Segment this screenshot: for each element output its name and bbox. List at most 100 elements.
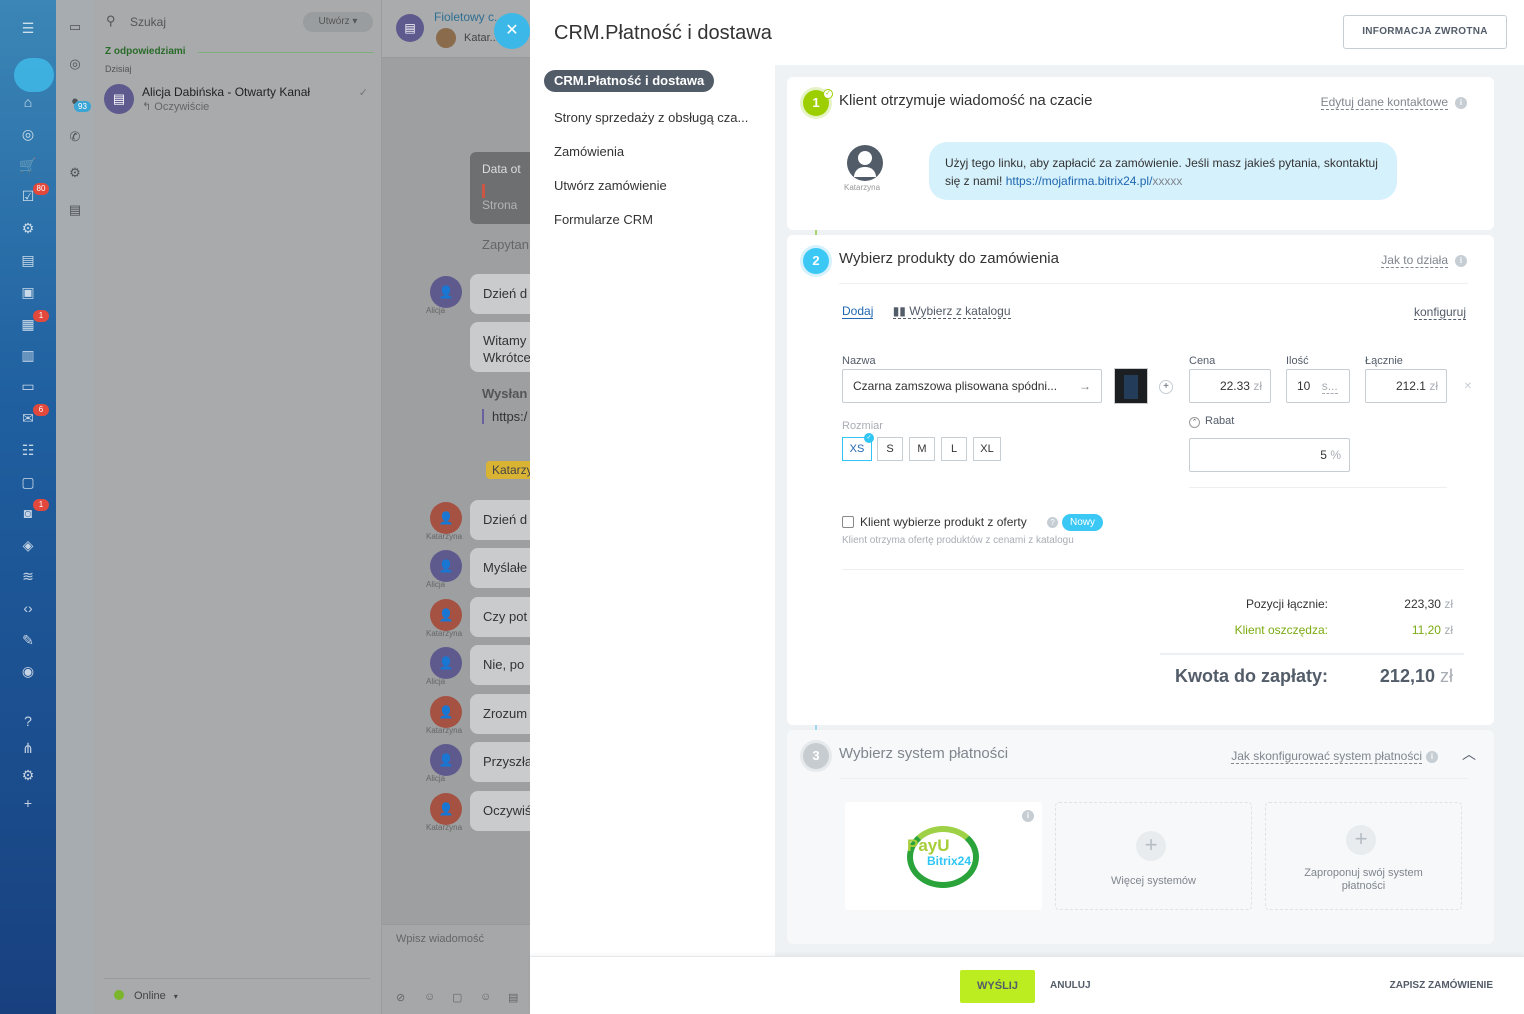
product-name-input[interactable]: Czarna zamszowa plisowana spódni... →	[842, 369, 1102, 403]
propose-system-button[interactable]: + Zaproponuj swój system płatności	[1265, 802, 1462, 910]
phone-icon[interactable]: ✆	[66, 128, 84, 146]
how-it-works-link[interactable]: Jak to działa	[1381, 253, 1448, 268]
chat-message-preview: Użyj tego linku, aby zapłacić za zamówie…	[929, 142, 1397, 200]
step-number: 2	[803, 248, 829, 274]
user-icon[interactable]: ☺	[424, 991, 435, 1003]
box-icon[interactable]: ◈	[18, 535, 38, 555]
menu-item-crm-forms[interactable]: Formularze CRM	[544, 203, 774, 237]
cancel-button[interactable]: ANULUJ	[1050, 980, 1091, 991]
save-order-button[interactable]: ZAPISZ ZAMÓWIENIE	[1390, 980, 1493, 991]
offer-checkbox[interactable]	[842, 516, 854, 528]
positions-total-label: Pozycji łącznie:	[1245, 597, 1328, 611]
gear-icon[interactable]: ⚙	[66, 164, 84, 182]
status-divider	[104, 978, 370, 979]
catalog-link[interactable]: ▮▮ Wybierz z katalogu	[892, 304, 1011, 319]
active-indicator	[14, 58, 54, 92]
status-label: Online	[134, 990, 166, 1002]
edit-contact-link[interactable]: Edytuj dane kontaktowe	[1320, 95, 1448, 110]
chat-icon[interactable]: ▣	[18, 282, 38, 302]
create-button[interactable]: Utwórz ▾	[303, 12, 373, 32]
steps-canvas: 1 ✓ Klient otrzymuje wiadomość na czacie…	[775, 65, 1524, 960]
book-icon: ▮▮	[892, 304, 910, 318]
message-bubble: Przyszła	[470, 742, 530, 782]
settings-icon[interactable]: ⚙	[18, 765, 38, 785]
chevron-up-icon[interactable]: ︿	[1462, 744, 1476, 764]
add-variant-icon[interactable]: +	[1159, 380, 1173, 394]
arrow-right-icon[interactable]: →	[1079, 370, 1091, 402]
notes-icon[interactable]: ▤	[66, 201, 84, 219]
more-systems-label: Więcej systemów	[1111, 875, 1196, 887]
discount-toggle[interactable]: ⌃ Rabat	[1189, 415, 1234, 428]
close-slider-button[interactable]: ✕	[494, 13, 530, 49]
info-icon[interactable]: i	[1022, 810, 1034, 822]
divider	[1160, 653, 1464, 655]
configure-payment-link[interactable]: Jak skonfigurować system płatności	[1231, 749, 1422, 764]
target-icon[interactable]: ◎	[18, 124, 38, 144]
cart-icon[interactable]: 🛒	[18, 155, 38, 175]
price-input[interactable]: 22.33 zł	[1189, 369, 1271, 403]
structure-icon[interactable]: ⋔	[18, 738, 38, 758]
size-option-xl[interactable]: XL	[973, 437, 1001, 461]
configure-link[interactable]: konfiguruj	[1413, 305, 1466, 320]
qty-input[interactable]: 10 s...	[1286, 369, 1350, 403]
propose-system-label: Zaproponuj swój system płatności	[1304, 867, 1423, 892]
add-icon[interactable]: +	[18, 793, 38, 813]
help-icon[interactable]: ?	[18, 711, 38, 731]
smile-icon[interactable]: ☺	[480, 991, 491, 1003]
check-icon[interactable]: ◉	[18, 661, 38, 681]
docs-icon[interactable]: ▥	[18, 345, 38, 365]
discount-input[interactable]: 5 %	[1189, 438, 1350, 472]
attach-icon[interactable]: ⊘	[396, 991, 405, 1004]
channels-icon[interactable]: ◎	[66, 55, 84, 73]
message-input[interactable]: Wpisz wiadomość	[396, 933, 484, 945]
author-label: Katarzyna	[426, 823, 463, 832]
more-icon[interactable]: ▤	[508, 991, 518, 1004]
info-icon[interactable]: i	[1426, 751, 1438, 763]
menu-item-payment[interactable]: CRM.Płatność i dostawa	[544, 70, 715, 92]
total-input[interactable]: 212.1 zł	[1365, 369, 1447, 403]
chat-title[interactable]: Fioletowy c...	[434, 10, 504, 24]
file-icon[interactable]: ▢	[452, 991, 462, 1004]
author-label: Alicja	[426, 774, 446, 783]
offer-label: Klient wybierze produkt z oferty	[860, 515, 1027, 529]
home-icon[interactable]: ⌂	[18, 92, 38, 112]
groups-icon[interactable]: ☷	[18, 440, 38, 460]
analytics-icon[interactable]: ≋	[18, 566, 38, 586]
author-label: Katarzyna	[426, 726, 463, 735]
size-option-l[interactable]: L	[941, 437, 967, 461]
info-icon[interactable]: i	[1455, 255, 1467, 267]
feedback-button[interactable]: INFORMACJA ZWROTNA	[1343, 15, 1507, 49]
help-icon[interactable]: ?	[1047, 517, 1058, 528]
message-bubble: Witamy Wkrótce	[470, 322, 530, 372]
code-icon[interactable]: ‹›	[18, 598, 38, 618]
search-input[interactable]: Szukaj	[130, 15, 166, 29]
send-button[interactable]: WYŚLIJ	[960, 970, 1035, 1003]
drive-icon[interactable]: ▭	[18, 376, 38, 396]
sign-icon[interactable]: ✎	[18, 630, 38, 650]
payment-link[interactable]: https://mojafirma.bitrix24.pl/	[1006, 174, 1153, 188]
more-systems-button[interactable]: + Więcej systemów	[1055, 802, 1252, 910]
message-input-area[interactable]: Wpisz wiadomość ⊘ ☺ ▢ ☺ ▤	[382, 924, 530, 1014]
chat-list-item[interactable]: ▤ Alicja Dabińska - Otwarty Kanał ↰ Oczy…	[104, 84, 374, 118]
sent-link[interactable]: https:/	[482, 409, 527, 424]
info-icon[interactable]: i	[1455, 97, 1467, 109]
size-option-m[interactable]: M	[909, 437, 935, 461]
size-option-s[interactable]: S	[877, 437, 903, 461]
menu-item-orders[interactable]: Zamówienia	[544, 135, 774, 169]
tasks-badge: 80	[33, 183, 49, 195]
menu-icon[interactable]: ☰	[18, 18, 38, 38]
add-product-link[interactable]: Dodaj	[842, 304, 874, 319]
amount-due-label: Kwota do zapłaty:	[1174, 666, 1328, 686]
menu-item-sales-pages[interactable]: Strony sprzedaży z obsługą cza...	[544, 101, 774, 135]
messages-icon[interactable]: ▭	[66, 18, 84, 36]
feed-icon[interactable]: ▤	[18, 250, 38, 270]
avatar: 👤	[430, 276, 462, 308]
offer-description: Klient otrzyma ofertę produktów z cenami…	[842, 535, 1074, 546]
payment-system-payu[interactable]: i PayU Bitrix24	[845, 802, 1042, 910]
product-thumbnail[interactable]	[1114, 368, 1148, 404]
menu-item-create-order[interactable]: Utwórz zamówienie	[544, 169, 774, 203]
status-selector[interactable]: Online ▾	[114, 990, 178, 1002]
sites-icon[interactable]: ⚙	[18, 218, 38, 238]
remove-row-icon[interactable]: ✕	[1464, 381, 1472, 392]
contacts-icon[interactable]: ▢	[18, 472, 38, 492]
